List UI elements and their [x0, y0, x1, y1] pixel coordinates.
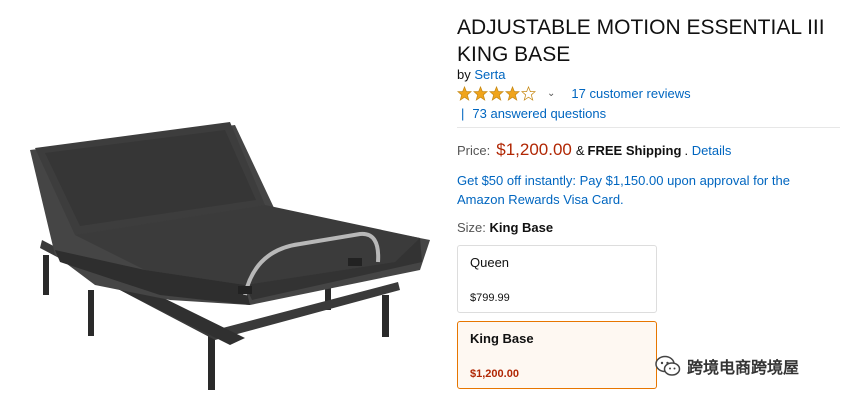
answered-questions-link[interactable]: 73 answered questions	[472, 106, 606, 121]
size-option-price: $1,200.00	[470, 368, 519, 380]
separator: |	[461, 106, 465, 121]
product-image	[30, 122, 430, 390]
star-rating[interactable]	[457, 86, 537, 101]
star-full-icon	[473, 86, 488, 101]
rating-row: ⌄ 17 customer reviews	[457, 86, 691, 101]
shipping-suffix: .	[684, 143, 689, 158]
by-prefix: by	[457, 67, 471, 82]
wechat-icon	[655, 355, 681, 376]
size-option-king-base[interactable]: King Base $1,200.00	[457, 321, 657, 389]
size-option-queen[interactable]: Queen $799.99	[457, 245, 657, 313]
watermark-text: 跨境电商跨境屋	[687, 360, 800, 377]
shipping-details-link[interactable]: Details	[692, 143, 732, 158]
free-shipping-label: FREE Shipping	[587, 143, 682, 158]
star-full-icon	[489, 86, 504, 101]
product-title: ADJUSTABLE MOTION ESSENTIAL III KING BAS…	[457, 16, 825, 66]
brand-link[interactable]: Serta	[474, 67, 505, 82]
star-full-icon	[457, 86, 472, 101]
price-row: Price: $1,200.00 & FREE Shipping. Detail…	[457, 140, 731, 160]
size-selected-value: King Base	[489, 220, 554, 235]
byline: by Serta	[457, 67, 505, 82]
rewards-card-promo-link[interactable]: Get $50 off instantly: Pay $1,150.00 upo…	[457, 171, 827, 209]
size-option-name: Queen	[470, 255, 510, 270]
chevron-down-icon[interactable]: ⌄	[547, 88, 555, 99]
price-label: Price:	[457, 143, 491, 158]
qa-row: | 73 answered questions	[457, 106, 606, 121]
shipping-ampersand: &	[575, 143, 585, 158]
watermark: 跨境电商跨境屋	[655, 354, 799, 378]
size-option-price: $799.99	[470, 292, 510, 304]
star-empty-icon	[521, 86, 536, 101]
size-option-name: King Base	[470, 331, 534, 346]
star-full-icon	[505, 86, 520, 101]
customer-reviews-link[interactable]: 17 customer reviews	[571, 86, 690, 101]
divider	[457, 127, 840, 128]
size-selector-label: Size: King Base	[457, 220, 553, 235]
size-label: Size:	[457, 220, 486, 235]
price-value: $1,200.00	[496, 140, 572, 159]
